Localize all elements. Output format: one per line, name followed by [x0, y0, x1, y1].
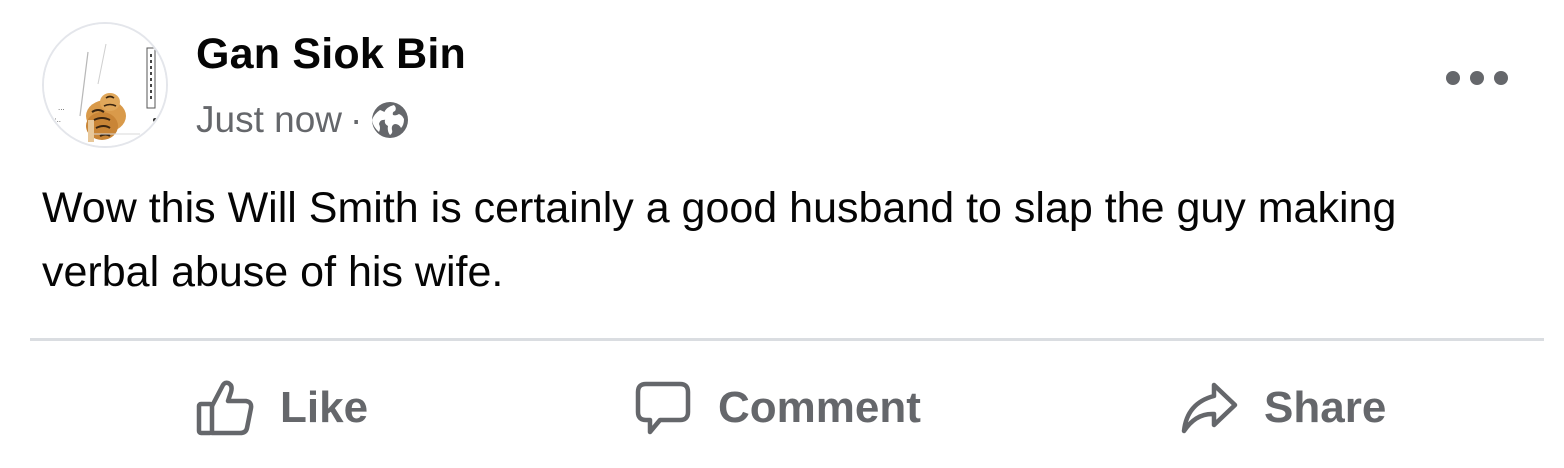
- comment-label: Comment: [718, 383, 921, 432]
- author-name[interactable]: Gan Siok Bin: [196, 30, 466, 79]
- more-dot: [1470, 71, 1484, 85]
- share-arrow-icon: [1181, 382, 1238, 434]
- post-timestamp[interactable]: Just now: [196, 99, 342, 141]
- svg-text:.:..: .:..: [52, 116, 61, 124]
- comment-button[interactable]: Comment: [634, 360, 921, 456]
- like-button[interactable]: Like: [196, 360, 368, 456]
- svg-text:...: ...: [58, 104, 65, 112]
- meta-separator: ·: [350, 99, 363, 140]
- more-dot: [1494, 71, 1508, 85]
- tiger-painting-image: ... .:..: [44, 24, 166, 146]
- share-label: Share: [1264, 383, 1387, 432]
- post-text: Wow this Will Smith is certainly a good …: [42, 184, 1397, 296]
- more-options-button[interactable]: [1446, 58, 1508, 98]
- more-dot: [1446, 71, 1460, 85]
- post-meta: Just now ·: [196, 96, 410, 144]
- comment-bubble-icon: [635, 381, 691, 435]
- globe-icon[interactable]: [370, 100, 410, 140]
- share-button[interactable]: Share: [1180, 360, 1386, 456]
- action-bar: Like Comment Share: [0, 360, 1564, 456]
- avatar[interactable]: ... .:..: [42, 22, 168, 148]
- like-label: Like: [280, 383, 369, 432]
- post-card: ... .:.. Gan Siok Bin Just now · Wow thi…: [0, 0, 1564, 468]
- thumbs-up-icon: [196, 380, 254, 436]
- divider: [30, 338, 1544, 341]
